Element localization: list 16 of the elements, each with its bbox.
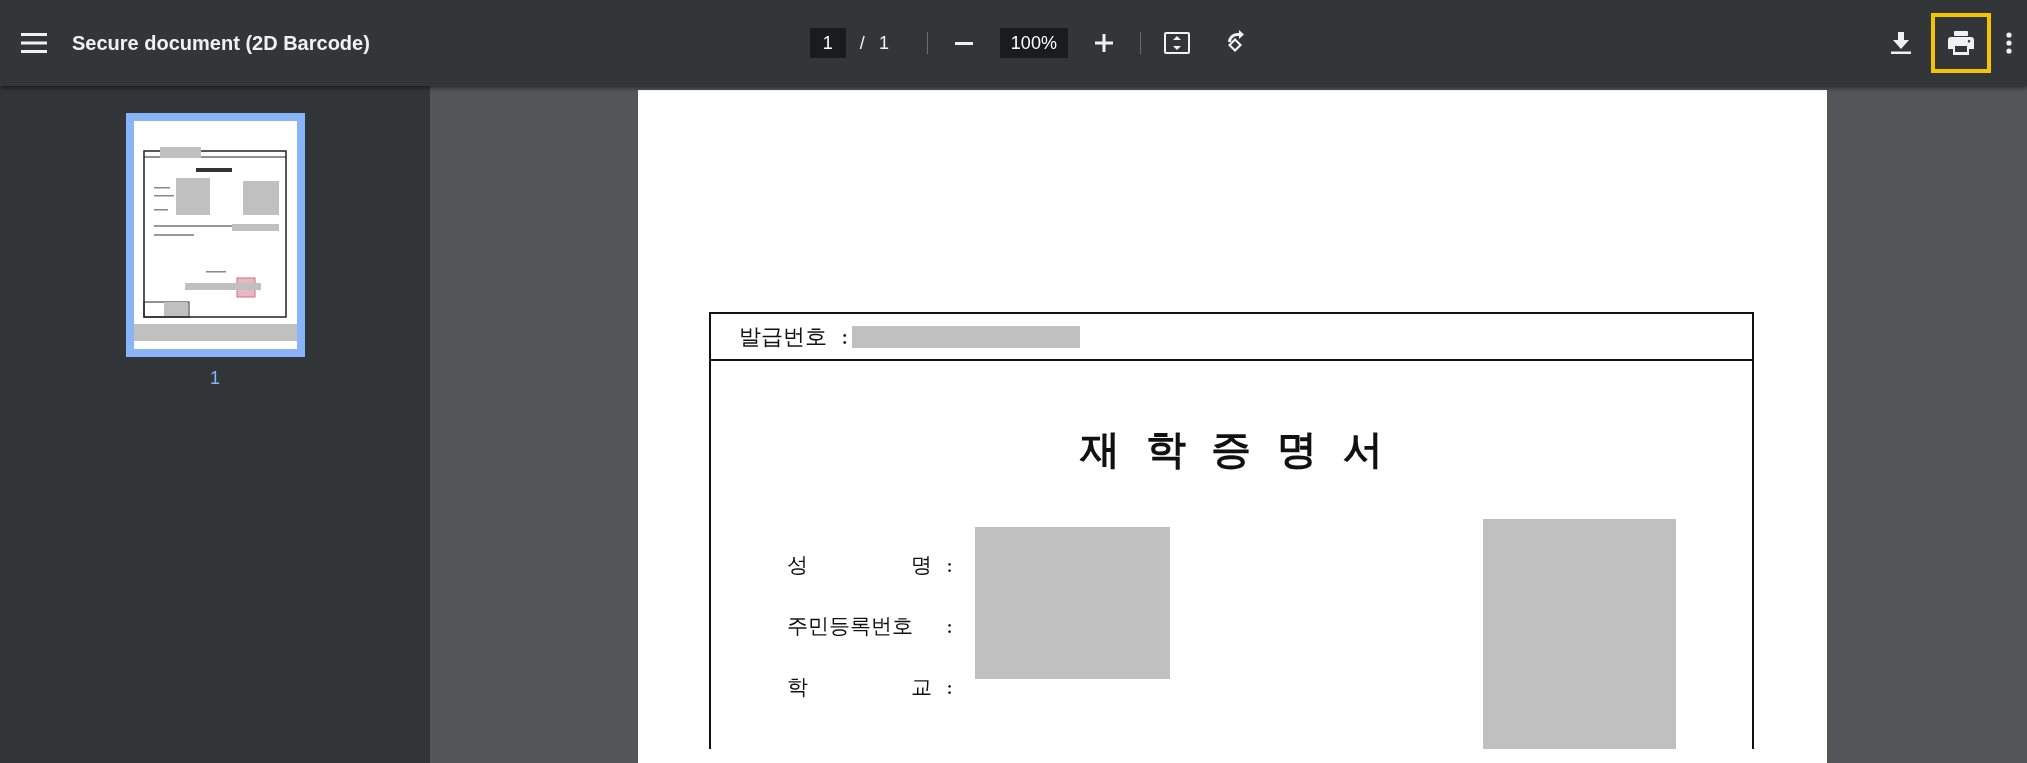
- page-number-field[interactable]: 1: [809, 28, 846, 58]
- document-heading: 재 학 증 명 서: [1078, 424, 1385, 474]
- colon: :: [946, 551, 954, 579]
- colon: :: [841, 323, 849, 351]
- page-separator: /: [859, 31, 865, 55]
- field-label: 성 명: [787, 551, 932, 579]
- print-icon[interactable]: [1931, 13, 1991, 73]
- page-number-label: 1: [210, 367, 220, 390]
- field-label: 주민등록번호: [787, 612, 914, 640]
- zoom-level: 100%: [999, 28, 1068, 58]
- colon: :: [946, 612, 954, 640]
- document-title: Secure document (2D Barcode): [72, 31, 370, 56]
- colon: :: [946, 673, 954, 701]
- issue-number-label: 발급번호: [739, 323, 827, 351]
- page-total: 1: [878, 31, 889, 55]
- field-label: 학 교: [787, 673, 932, 701]
